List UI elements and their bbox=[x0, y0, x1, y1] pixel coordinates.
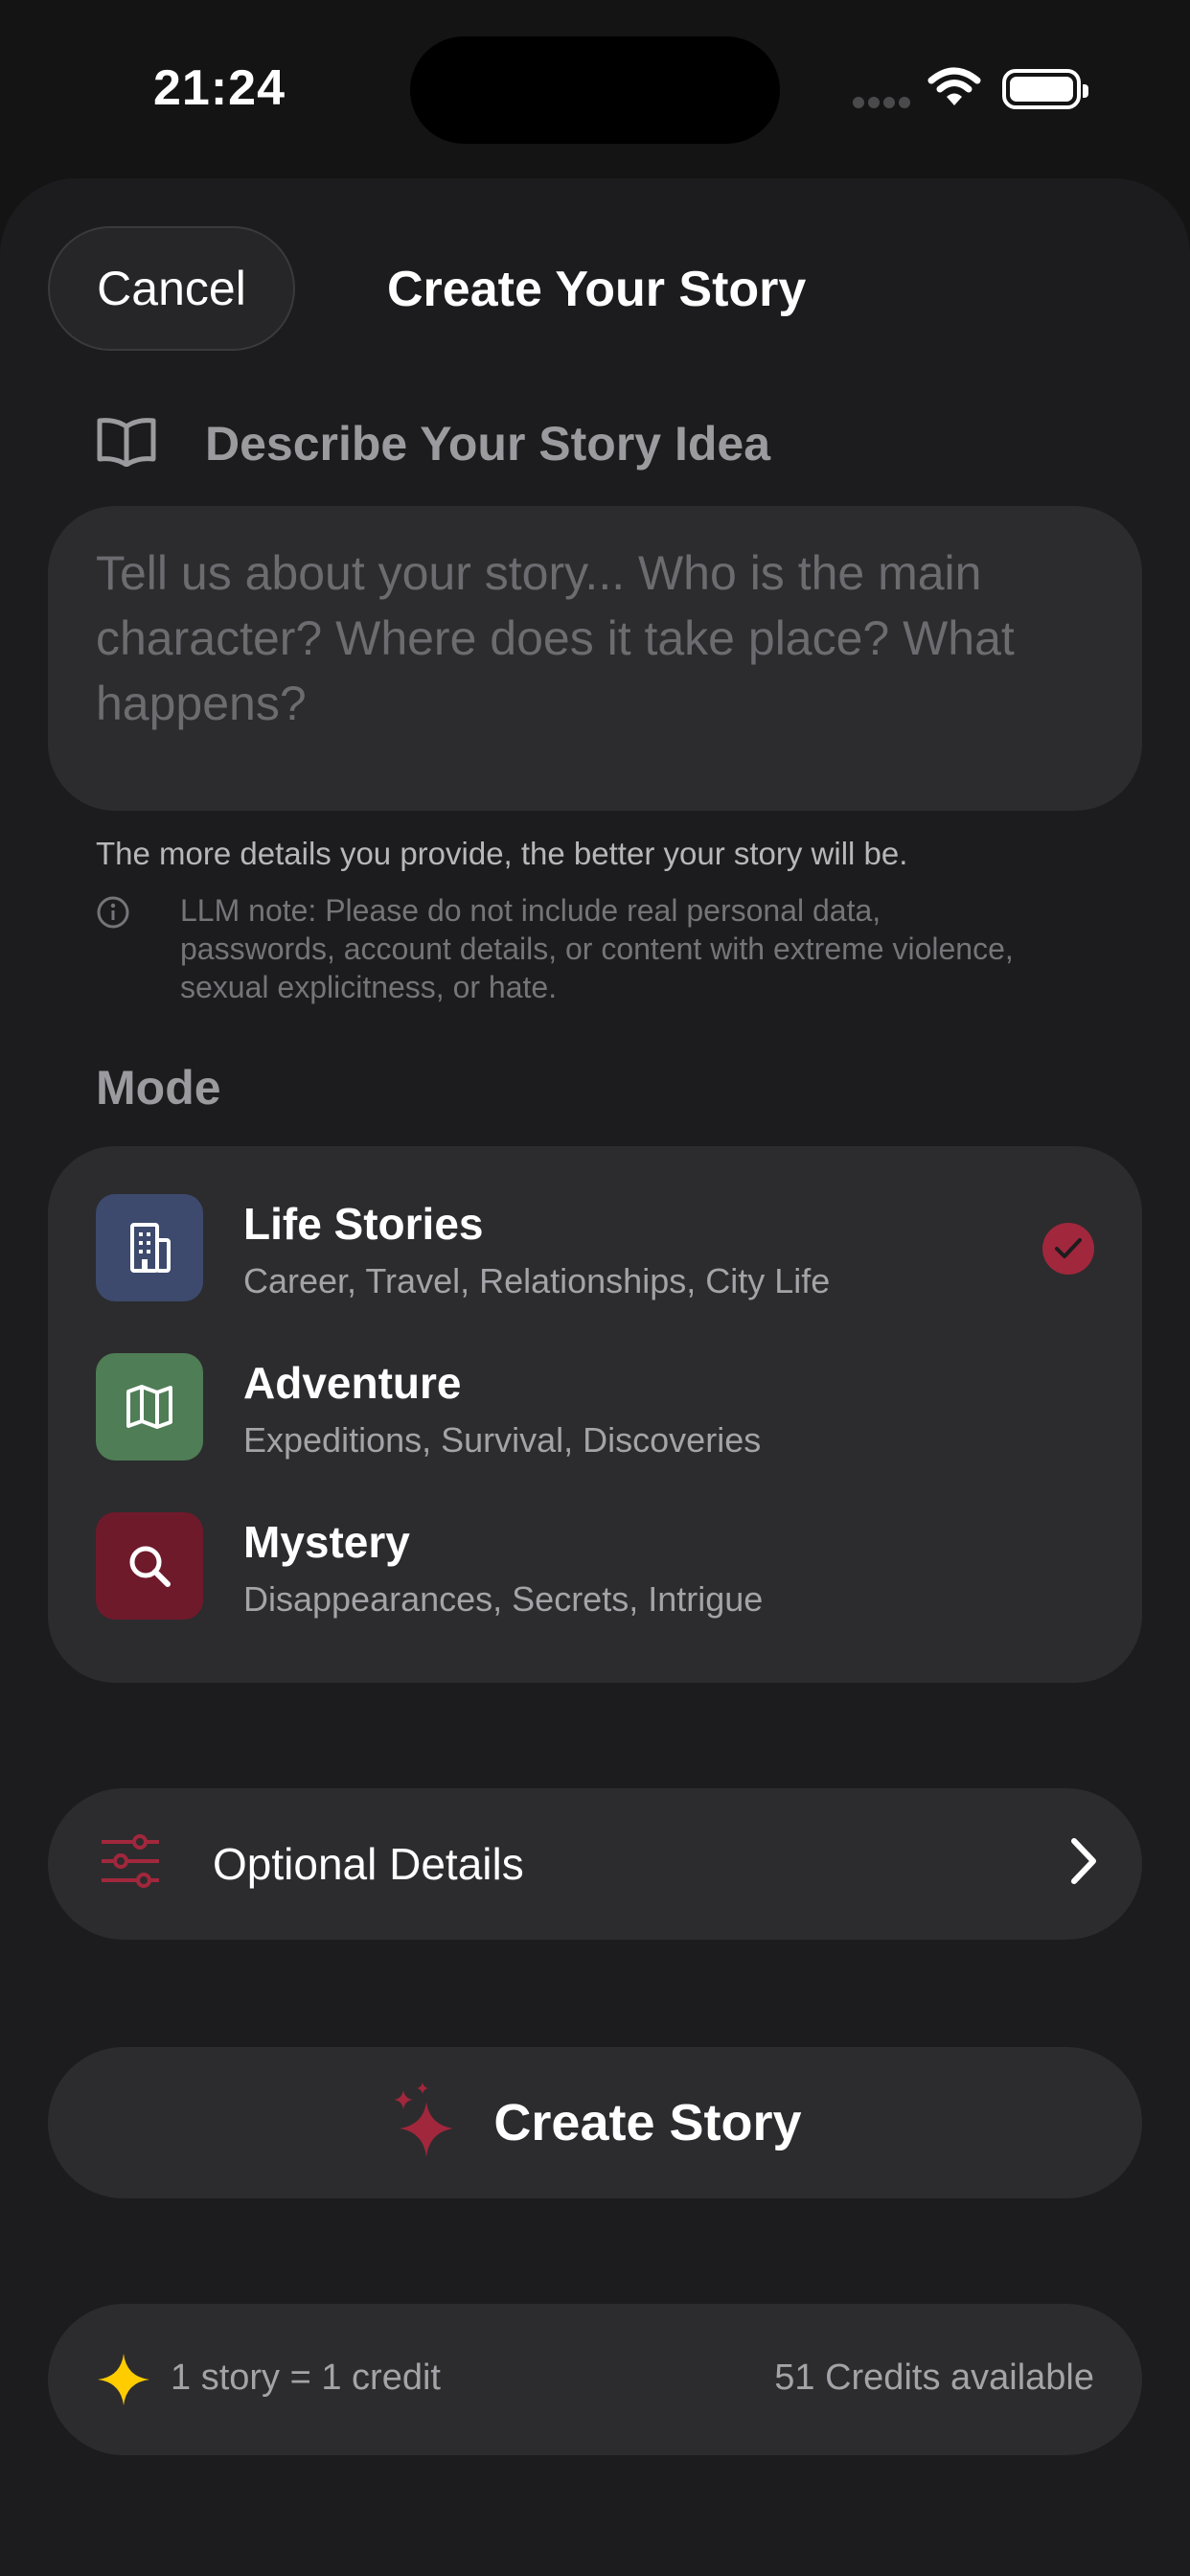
chevron-right-icon bbox=[1069, 1836, 1098, 1891]
mode-list: Life Stories Career, Travel, Relationshi… bbox=[48, 1146, 1142, 1683]
sparkles-icon bbox=[388, 2081, 457, 2166]
credits-available-text: 51 Credits available bbox=[774, 2358, 1094, 2398]
mode-name: Adventure bbox=[243, 1358, 462, 1408]
details-hint: The more details you provide, the better… bbox=[96, 836, 908, 871]
mode-description: Career, Travel, Relationships, City Life bbox=[243, 1261, 831, 1300]
book-icon bbox=[96, 417, 157, 472]
info-icon bbox=[96, 895, 130, 934]
create-story-label: Create Story bbox=[493, 2094, 802, 2151]
battery-icon bbox=[1002, 69, 1088, 109]
building-icon bbox=[96, 1194, 203, 1301]
sliders-icon bbox=[100, 1834, 161, 1893]
credit-cost-text: 1 story = 1 credit bbox=[171, 2358, 441, 2398]
cellular-signal-icon bbox=[853, 96, 914, 113]
map-icon bbox=[96, 1353, 203, 1460]
credits-bar: 1 story = 1 credit 51 Credits available bbox=[48, 2304, 1142, 2455]
magnifier-icon bbox=[96, 1512, 203, 1620]
mode-description: Expeditions, Survival, Discoveries bbox=[243, 1420, 762, 1460]
cancel-button[interactable]: Cancel bbox=[48, 226, 295, 351]
mode-description: Disappearances, Secrets, Intrigue bbox=[243, 1579, 764, 1619]
checkmark-icon bbox=[1042, 1223, 1094, 1275]
mode-name: Life Stories bbox=[243, 1199, 484, 1249]
dynamic-island bbox=[410, 36, 780, 144]
mode-item-adventure[interactable]: Adventure Expeditions, Survival, Discove… bbox=[96, 1353, 1094, 1460]
status-bar: 21:24 bbox=[0, 0, 1190, 172]
sparkle-icon bbox=[96, 2352, 151, 2412]
create-story-sheet: Cancel Create Your Story Describe Your S… bbox=[0, 178, 1190, 2576]
story-idea-label: Describe Your Story Idea bbox=[205, 417, 771, 471]
create-story-button[interactable]: Create Story bbox=[48, 2047, 1142, 2198]
optional-details-button[interactable]: Optional Details bbox=[48, 1788, 1142, 1940]
llm-note: LLM note: Please do not include real per… bbox=[180, 893, 1014, 1004]
page-title: Create Your Story bbox=[387, 262, 807, 317]
status-time: 21:24 bbox=[153, 60, 286, 116]
mode-name: Mystery bbox=[243, 1517, 410, 1567]
mode-item-life-stories[interactable]: Life Stories Career, Travel, Relationshi… bbox=[96, 1194, 1094, 1301]
mode-title: Mode bbox=[96, 1061, 221, 1115]
wifi-icon bbox=[927, 67, 981, 112]
mode-item-mystery[interactable]: Mystery Disappearances, Secrets, Intrigu… bbox=[96, 1512, 1094, 1620]
story-idea-header: Describe Your Story Idea bbox=[96, 416, 770, 472]
optional-details-label: Optional Details bbox=[213, 1839, 524, 1889]
story-idea-input[interactable]: Tell us about your story... Who is the m… bbox=[48, 506, 1142, 811]
